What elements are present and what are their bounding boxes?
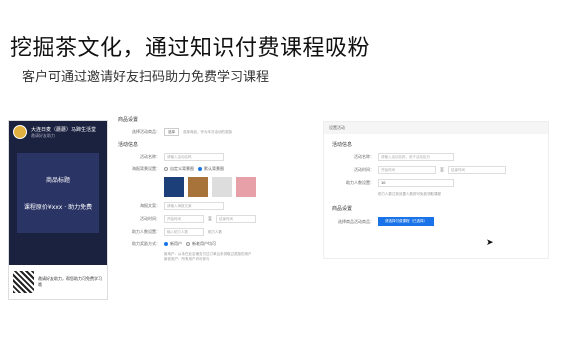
count-label: 助力人数设置： (132, 229, 160, 234)
poster-title-label: 海报文案： (140, 203, 160, 208)
poster-thumbs (164, 177, 256, 197)
reward-opt-all[interactable]: 新老用户均可 (186, 241, 216, 247)
activity-form-right: 设置活动 活动信息 活动名称： 请输入活动名称，用于活动区分 活动时间： 开始时… (323, 121, 549, 259)
end-time-input[interactable]: 结束时间 (216, 215, 256, 223)
activity-form-left: 商品设置 选择活动商品： 选择 选择商品，作为本次活动的奖励 活动信息 活动名称… (118, 113, 318, 308)
select-product-label: 选择活动商品： (132, 129, 160, 134)
page-subtitle: 客户可通过邀请好友扫码助力免费学习课程 (22, 70, 270, 85)
avatar (13, 125, 27, 139)
shop-sub: 邀请好友助力 (31, 132, 55, 138)
activity-name-input[interactable]: 请输入活动名称 (164, 153, 224, 161)
select-course-label: 选择商品活动商品： (338, 218, 374, 224)
invite-text: 邀请好友助力，帮您助力可免费学习哦 (38, 276, 103, 287)
poster-thumb[interactable] (236, 177, 256, 197)
poster-opt-default[interactable]: 默认背景图 (198, 166, 224, 172)
poster-opt-custom[interactable]: 自定义背景图 (164, 166, 194, 172)
phone-bottom: 邀请好友助力，帮您助力可免费学习哦 (9, 265, 107, 299)
activity-name-label: 活动名称： (140, 154, 160, 159)
count-hint: 助力人数 (208, 229, 222, 234)
help-text: 课程原价¥xxx · 助力免费 (23, 204, 93, 211)
activity-name-label: 活动名称： (354, 154, 374, 159)
start-time-input[interactable]: 开始时间 (164, 215, 204, 223)
reward-hint-2: 新老用户：所有用户均可参与 (164, 257, 210, 261)
poster-thumb[interactable] (212, 177, 232, 197)
count-label: 助力人数设置： (346, 180, 374, 185)
form-top-bar: 设置活动 (324, 122, 548, 134)
select-product-button[interactable]: 选择 (164, 128, 179, 136)
time-label: 活动时间： (354, 167, 374, 172)
reward-label: 助力奖励方式： (132, 241, 160, 246)
section-product: 商品设置 (118, 117, 139, 123)
product-card: 商品标题 课程原价¥xxx · 助力免费 (17, 153, 99, 233)
section-product-setting: 商品设置 (332, 206, 353, 212)
count-hint: 助力人数达到设置人数即可免费领取课程 (378, 192, 441, 196)
poster-bg-label: 海报背景设置： (132, 166, 160, 171)
select-product-hint: 选择商品，作为本次活动的奖励 (183, 129, 232, 134)
phone-preview: 大连日麦（蘑蘑）马蹄生活堂 邀请好友助力 商品标题 课程原价¥xxx · 助力免… (8, 120, 108, 300)
time-to: 至 (208, 216, 212, 221)
product-title: 商品标题 (45, 177, 70, 184)
page-title: 挖掘茶文化，通过知识付费课程吸粉 (10, 36, 371, 61)
mouse-cursor-icon: ➤ (486, 238, 494, 248)
time-to: 至 (440, 167, 444, 172)
time-label: 活动时间： (140, 216, 160, 221)
poster-thumb[interactable] (188, 177, 208, 197)
activity-name-input[interactable]: 请输入活动名称，用于活动区分 (378, 153, 454, 161)
poster-title-input[interactable]: 请输入海报文案 (164, 202, 224, 210)
section-activity-info: 活动信息 (332, 142, 353, 148)
poster-thumb[interactable] (164, 177, 184, 197)
qr-code-icon (13, 271, 35, 293)
count-input[interactable]: 输入助力人数 (164, 228, 204, 236)
count-input[interactable]: 10 (378, 179, 454, 187)
reward-opt-new[interactable]: 新用户 (164, 241, 182, 247)
start-time-input[interactable]: 开始时间 (378, 166, 436, 174)
select-course-button[interactable]: 请选择付费课程（已选择） (378, 217, 434, 226)
phone-header: 大连日麦（蘑蘑）马蹄生活堂 邀请好友助力 (9, 121, 107, 143)
section-activity: 活动信息 (118, 142, 139, 148)
shop-name: 大连日麦（蘑蘑）马蹄生活堂 (31, 126, 97, 133)
end-time-input[interactable]: 结束时间 (448, 166, 506, 174)
